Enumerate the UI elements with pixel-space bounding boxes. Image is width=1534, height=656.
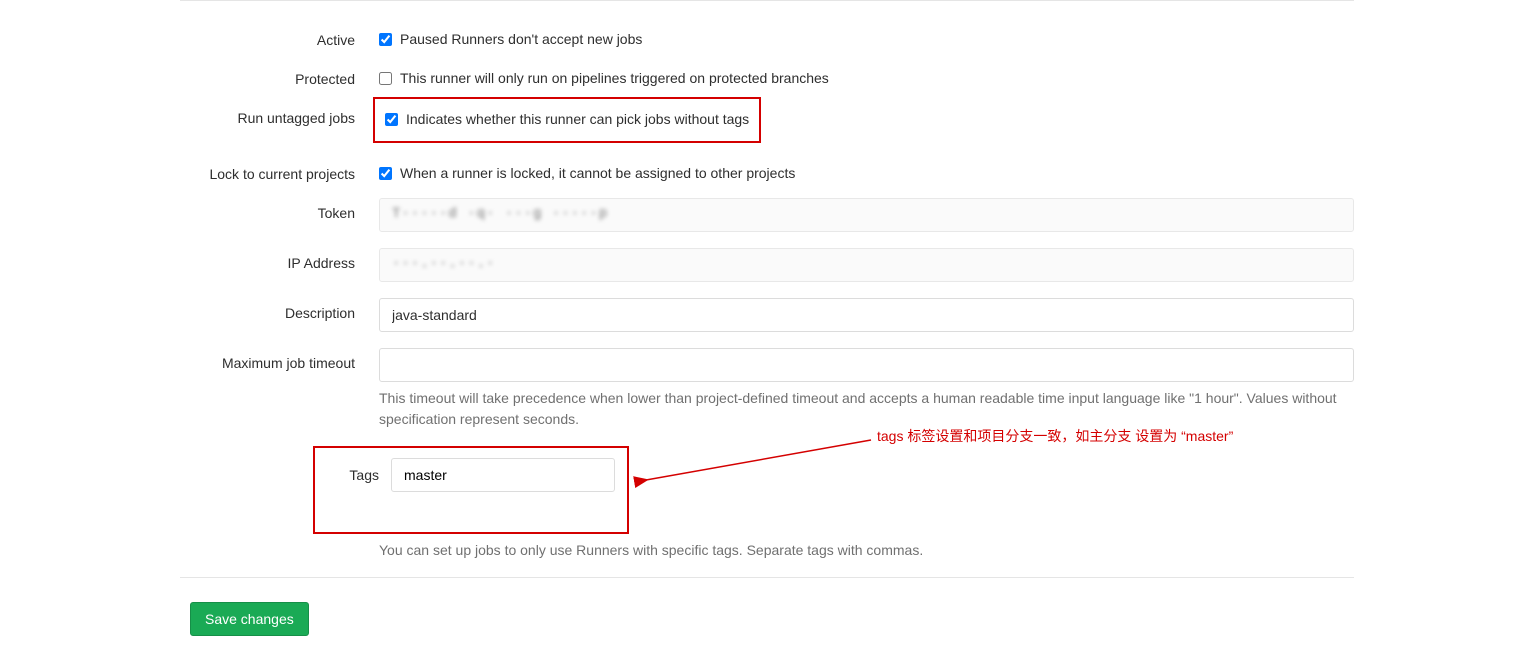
- highlight-tags: Tags: [313, 446, 629, 534]
- label-timeout: Maximum job timeout: [180, 348, 379, 371]
- checkbox-lock-wrap[interactable]: When a runner is locked, it cannot be as…: [379, 159, 1354, 181]
- checkbox-protected-wrap[interactable]: This runner will only run on pipelines t…: [379, 64, 1354, 86]
- checkbox-lock-projects[interactable]: [379, 167, 392, 180]
- tags-help: You can set up jobs to only use Runners …: [379, 540, 1354, 561]
- label-token: Token: [180, 198, 379, 221]
- row-ip: IP Address ···.··.··.·: [180, 248, 1354, 282]
- row-token: Token T·····d ·q· ···g ·····p: [180, 198, 1354, 232]
- timeout-input[interactable]: [379, 348, 1354, 382]
- annotation-text: tags 标签设置和项目分支一致，如主分支 设置为 “master”: [877, 426, 1233, 446]
- checkbox-lock-text: When a runner is locked, it cannot be as…: [400, 165, 795, 181]
- checkbox-active-text: Paused Runners don't accept new jobs: [400, 31, 642, 47]
- label-protected: Protected: [180, 64, 379, 87]
- ip-field: ···.··.··.·: [379, 248, 1354, 282]
- annotation-arrow: [631, 466, 891, 506]
- checkbox-active-wrap[interactable]: Paused Runners don't accept new jobs: [379, 25, 1354, 47]
- checkbox-run-untagged-text: Indicates whether this runner can pick j…: [406, 111, 749, 127]
- token-field: T·····d ·q· ···g ·····p: [379, 198, 1354, 232]
- checkbox-run-untagged[interactable]: [385, 113, 398, 126]
- save-button[interactable]: Save changes: [190, 602, 309, 636]
- checkbox-protected[interactable]: [379, 72, 392, 85]
- description-input[interactable]: [379, 298, 1354, 332]
- label-run-untagged: Run untagged jobs: [180, 103, 379, 126]
- label-description: Description: [180, 298, 379, 321]
- checkbox-protected-text: This runner will only run on pipelines t…: [400, 70, 829, 86]
- bottom-bar: Save changes: [180, 577, 1354, 636]
- timeout-help: This timeout will take precedence when l…: [379, 388, 1354, 430]
- highlight-run-untagged: Indicates whether this runner can pick j…: [373, 97, 761, 143]
- tags-input[interactable]: [391, 458, 615, 492]
- row-timeout: Maximum job timeout This timeout will ta…: [180, 348, 1354, 430]
- label-ip: IP Address: [180, 248, 379, 271]
- separator: [180, 0, 1354, 1]
- label-lock-projects: Lock to current projects: [180, 159, 379, 182]
- row-tags: x Tags You can set up jobs to only use R…: [180, 446, 1354, 561]
- row-description: Description: [180, 298, 1354, 332]
- label-tags: Tags: [327, 467, 379, 483]
- row-protected: Protected This runner will only run on p…: [180, 64, 1354, 87]
- row-lock-projects: Lock to current projects When a runner i…: [180, 159, 1354, 182]
- row-run-untagged: Run untagged jobs Indicates whether this…: [180, 103, 1354, 143]
- row-active: Active Paused Runners don't accept new j…: [180, 25, 1354, 48]
- checkbox-active[interactable]: [379, 33, 392, 46]
- label-active: Active: [180, 25, 379, 48]
